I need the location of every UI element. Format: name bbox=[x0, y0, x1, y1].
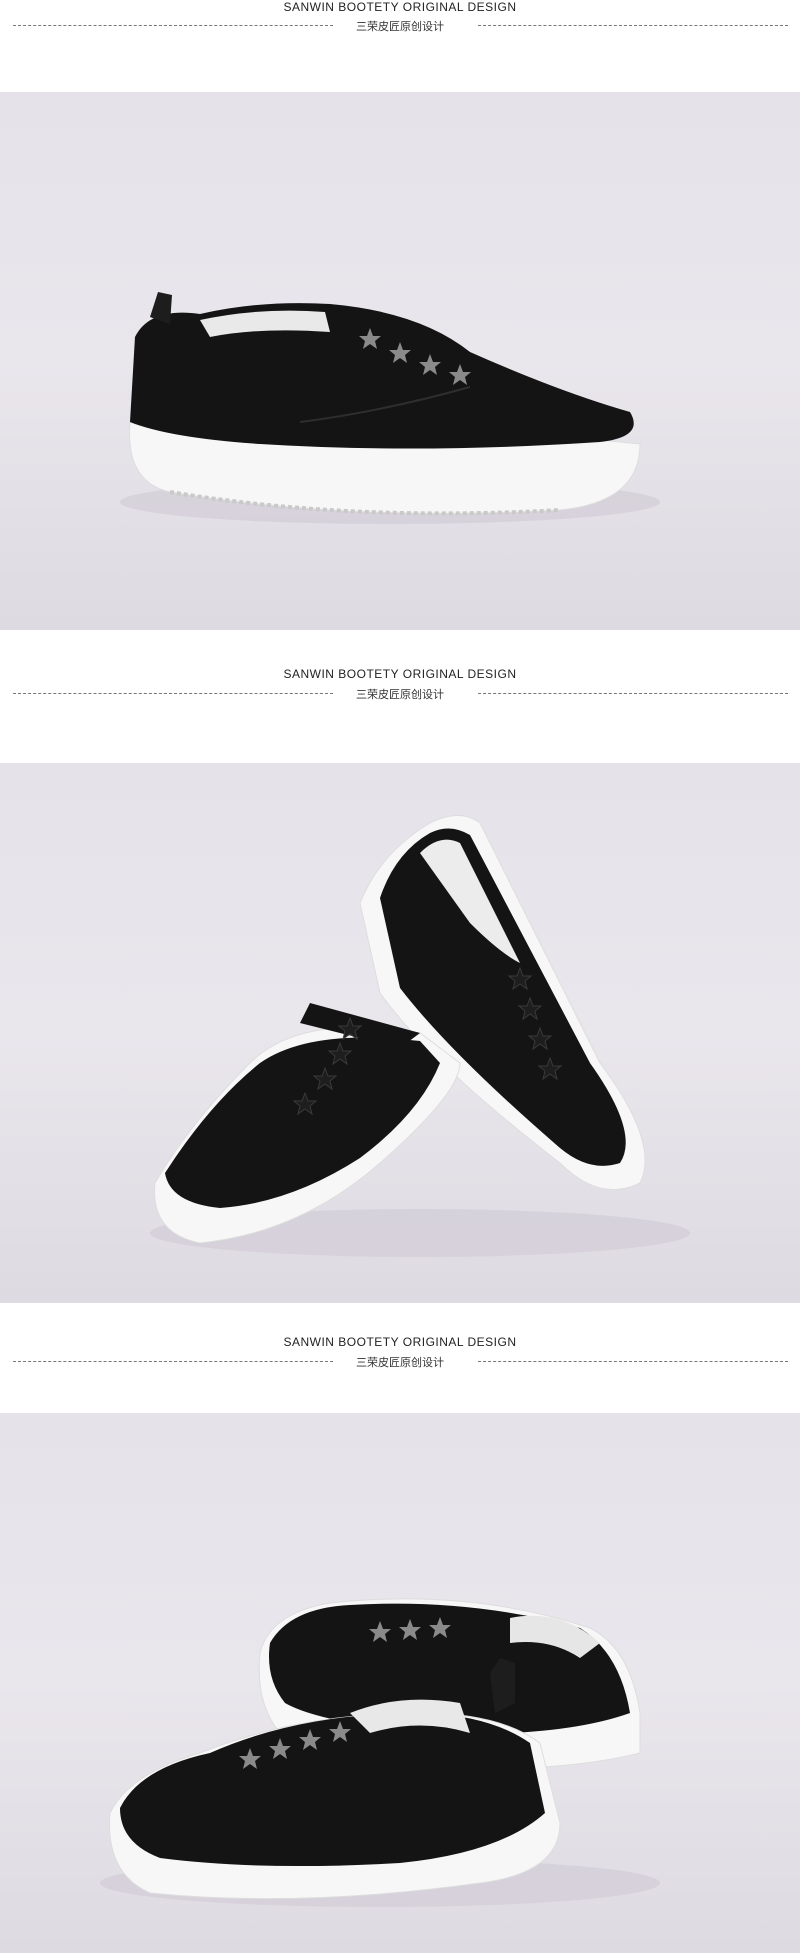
divider-right bbox=[478, 1361, 788, 1362]
product-photo-side bbox=[0, 92, 800, 630]
section-header-1: SANWIN BOOTETY ORIGINAL DESIGN 三荣皮匠原创设计 bbox=[0, 0, 800, 34]
section-header-3: SANWIN BOOTETY ORIGINAL DESIGN 三荣皮匠原创设计 bbox=[0, 1335, 800, 1375]
section-title-en: SANWIN BOOTETY ORIGINAL DESIGN bbox=[283, 1335, 517, 1349]
divider-right bbox=[478, 693, 788, 694]
section-title-en: SANWIN BOOTETY ORIGINAL DESIGN bbox=[283, 0, 517, 14]
divider-right bbox=[478, 25, 788, 26]
product-photo-pair-front bbox=[0, 763, 800, 1303]
section-title-cn: 三荣皮匠原创设计 bbox=[356, 689, 444, 701]
product-photo-pair-rear bbox=[0, 1413, 800, 1953]
section-title-cn: 三荣皮匠原创设计 bbox=[356, 21, 444, 33]
section-title-cn: 三荣皮匠原创设计 bbox=[356, 1357, 444, 1369]
section-header-2: SANWIN BOOTETY ORIGINAL DESIGN 三荣皮匠原创设计 bbox=[0, 667, 800, 707]
section-title-en: SANWIN BOOTETY ORIGINAL DESIGN bbox=[283, 667, 517, 681]
